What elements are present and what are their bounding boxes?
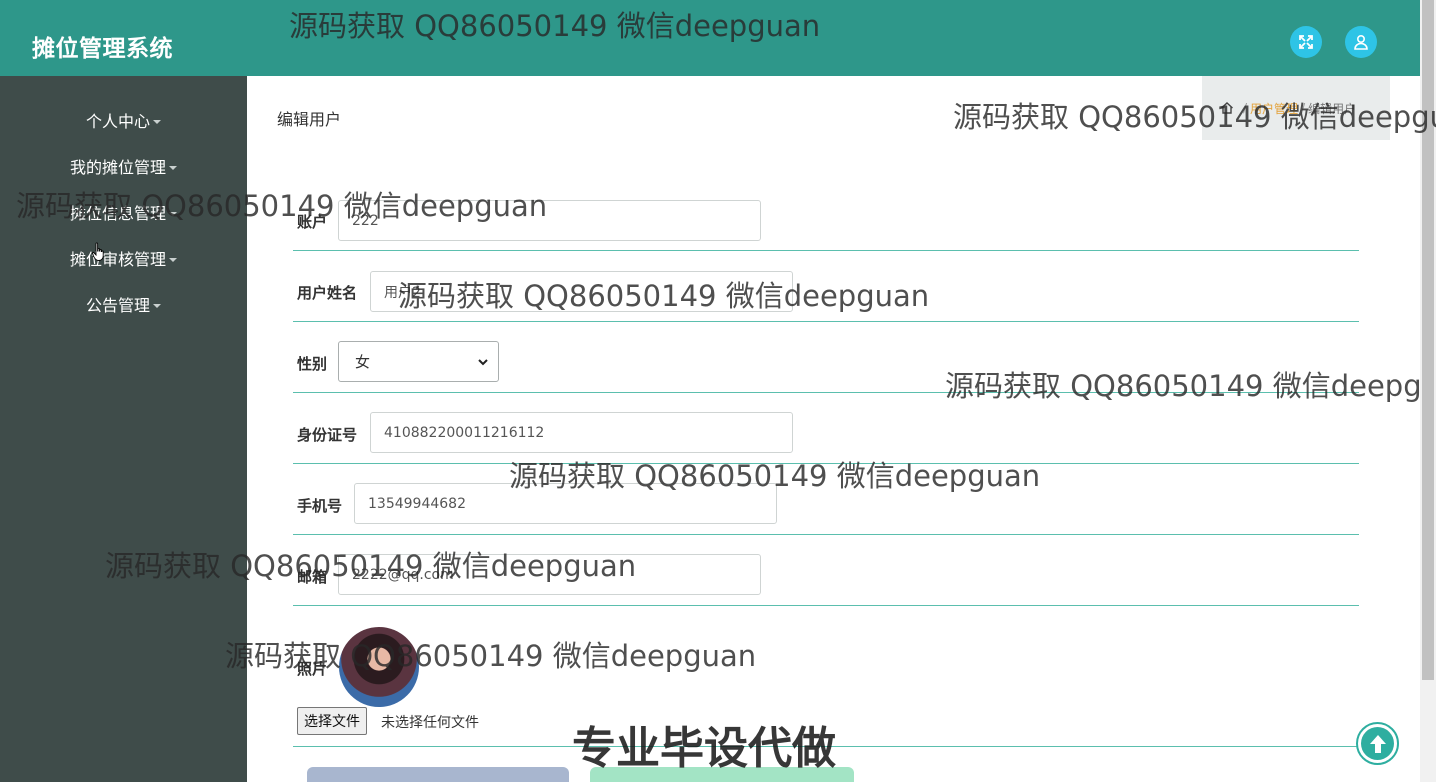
- choose-file-button[interactable]: 选择文件: [297, 707, 367, 735]
- id-card-label: 身份证号: [297, 426, 358, 444]
- form-row-id-card: 身份证号 410882200011216112: [293, 393, 1359, 464]
- name-label: 用户姓名: [297, 284, 358, 302]
- caret-down-icon: [169, 165, 177, 170]
- chevron-down-icon: [478, 358, 488, 365]
- expand-icon: [1299, 35, 1313, 49]
- form-row-phone: 手机号 13549944682: [293, 464, 1359, 535]
- sidebar-item-label: 个人中心: [85, 112, 150, 131]
- sidebar-item-my-stall[interactable]: 我的摊位管理: [0, 151, 247, 181]
- file-status: 未选择任何文件: [381, 715, 479, 731]
- fullscreen-button[interactable]: [1290, 26, 1322, 58]
- arrow-up-icon: [1361, 727, 1394, 760]
- avatar-photo: [339, 627, 419, 707]
- scrollbar-thumb[interactable]: [1422, 0, 1434, 680]
- cancel-button[interactable]: [590, 767, 854, 782]
- sidebar: 个人中心 我的摊位管理 摊位信息管理 摊位审核管理 公告管理: [0, 76, 247, 782]
- id-card-input[interactable]: 410882200011216112: [370, 412, 793, 453]
- breadcrumb-separator: /: [1301, 101, 1306, 115]
- breadcrumb: / 用户管理 / 编辑用户: [1202, 76, 1390, 140]
- form-row-email: 邮箱 2222@qq.com: [293, 535, 1359, 606]
- caret-down-icon: [153, 303, 161, 308]
- name-input[interactable]: 用户2: [370, 271, 793, 312]
- form-row-account: 账户 222: [293, 180, 1359, 251]
- phone-input[interactable]: 13549944682: [354, 483, 777, 524]
- email-label: 邮箱: [297, 568, 328, 586]
- phone-label: 手机号: [297, 497, 343, 515]
- caret-down-icon: [169, 211, 177, 216]
- user-profile-button[interactable]: [1345, 26, 1377, 58]
- user-icon: [1354, 34, 1368, 50]
- email-input[interactable]: 2222@qq.com: [338, 554, 761, 595]
- sidebar-item-stall-review[interactable]: 摊位审核管理: [0, 243, 247, 273]
- sidebar-item-label: 我的摊位管理: [69, 158, 166, 177]
- photo-label: 照片: [297, 660, 328, 678]
- gender-label: 性别: [297, 355, 328, 373]
- sidebar-item-label: 公告管理: [85, 296, 150, 315]
- sidebar-item-personal-center[interactable]: 个人中心: [0, 105, 247, 135]
- back-to-top-button[interactable]: [1356, 722, 1399, 765]
- form-row-name: 用户姓名 用户2: [293, 251, 1359, 322]
- caret-down-icon: [169, 257, 177, 262]
- submit-button[interactable]: [307, 767, 569, 782]
- caret-down-icon: [153, 119, 161, 124]
- sidebar-item-label: 摊位信息管理: [69, 204, 166, 223]
- top-header: 摊位管理系统: [0, 0, 1420, 76]
- breadcrumb-current[interactable]: 用户管理: [1250, 100, 1298, 117]
- breadcrumb-separator: /: [1243, 101, 1248, 115]
- app-title: 摊位管理系统: [32, 36, 173, 62]
- gender-select-value: 女: [355, 353, 371, 371]
- home-icon[interactable]: [1220, 101, 1234, 115]
- hand-cursor-icon: [92, 242, 104, 261]
- breadcrumb-page: 编辑用户: [1308, 101, 1357, 116]
- account-input[interactable]: 222: [338, 200, 761, 241]
- form-row-gender: 性别 女: [293, 322, 1359, 393]
- page-title: 编辑用户: [277, 110, 342, 129]
- main-content: 编辑用户 / 用户管理 / 编辑用户 账户 222 用户姓名 用户2 性别 女 …: [247, 76, 1420, 782]
- account-label: 账户: [297, 213, 328, 231]
- sidebar-item-stall-info[interactable]: 摊位信息管理: [0, 197, 247, 227]
- sidebar-item-label: 摊位审核管理: [69, 250, 166, 269]
- sidebar-item-announcements[interactable]: 公告管理: [0, 289, 247, 319]
- gender-select[interactable]: 女: [338, 341, 499, 382]
